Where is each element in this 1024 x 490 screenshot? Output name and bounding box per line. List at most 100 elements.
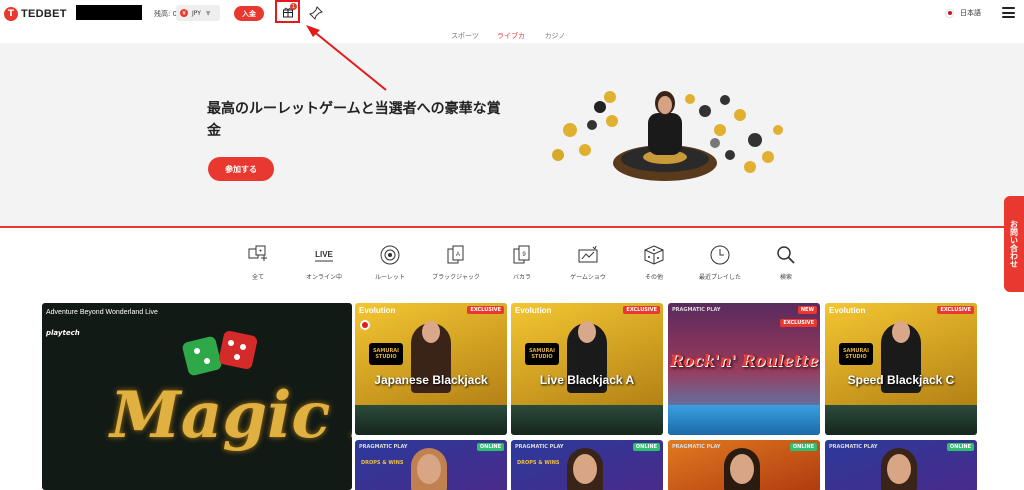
featured-game-tile[interactable]: Adventure Beyond Wonderland Live playtec…: [42, 303, 352, 490]
provider-label: PRAGMATIC PLAY: [672, 307, 721, 313]
provider-label: Evolution: [359, 306, 396, 315]
category-live[interactable]: LIVE オンライン中: [291, 244, 357, 281]
roulette-icon: [380, 245, 400, 265]
gift-button[interactable]: 1: [275, 0, 300, 23]
online-badge: ONLINE: [632, 443, 660, 451]
exclusive-badge: EXCLUSIVE: [937, 306, 974, 314]
game-tile[interactable]: PRAGMATIC PLAY NEW EXCLUSIVE Rock'n' Rou…: [668, 303, 820, 435]
dealer-face: [422, 321, 440, 343]
new-badge: NEW: [797, 306, 817, 314]
logo-text: TEDBET: [21, 8, 67, 20]
online-badge: ONLINE: [476, 443, 504, 451]
provider-label: PRAGMATIC PLAY: [672, 444, 721, 450]
category-other[interactable]: その他: [621, 244, 687, 281]
svg-text:A: A: [456, 252, 460, 258]
dealer-face: [417, 454, 441, 484]
page: T TEDBET 残高: 0 ¥ JPY ▼ 入金 1 日本語 スポーツ ライブ…: [0, 0, 1024, 490]
site-logo[interactable]: T TEDBET: [4, 7, 67, 21]
category-label: ルーレット: [374, 274, 405, 281]
game-tile[interactable]: Evolution EXCLUSIVE SAMURAI STUDIO Japan…: [355, 303, 507, 435]
game-table: [355, 405, 507, 435]
category-label: オンライン中: [305, 274, 342, 281]
game-tile[interactable]: PRAGMATIC PLAY ONLINE: [668, 440, 820, 490]
online-badge: ONLINE: [946, 443, 974, 451]
blackjack-icon: A: [447, 245, 464, 264]
category-label: その他: [644, 274, 663, 281]
category-label: ゲームショウ: [570, 274, 606, 281]
provider-label: Evolution: [829, 306, 866, 315]
category-game-show[interactable]: ゲームショウ: [555, 244, 621, 281]
category-label: 全て: [251, 274, 264, 281]
provider-label: PRAGMATIC PLAY: [515, 444, 564, 450]
promo-banner: [0, 43, 1024, 227]
dealer-face: [892, 321, 910, 343]
online-badge: ONLINE: [789, 443, 817, 451]
game-table: [825, 405, 977, 435]
category-roulette[interactable]: ルーレット: [357, 244, 423, 281]
drops-wins-logo: DROPS & WINS: [361, 460, 404, 466]
roulette-dealer-illustration: [552, 91, 783, 181]
currency-selector[interactable]: ¥ JPY ▼: [176, 5, 220, 21]
game-tile[interactable]: PRAGMATIC PLAY ONLINE DROPS & WINS: [511, 440, 663, 490]
category-baccarat[interactable]: 9 バカラ: [489, 244, 555, 281]
samurai-studio-logo: SAMURAI STUDIO: [525, 343, 559, 365]
dealer-face: [730, 454, 754, 484]
baccarat-icon: 9: [513, 245, 530, 264]
featured-art-text: Magic Di: [110, 378, 352, 453]
chevron-down-icon: ▼: [205, 9, 211, 17]
category-label: バカラ: [512, 274, 531, 281]
top-header: T TEDBET 残高: 0 ¥ JPY ▼ 入金 1 日本語: [0, 0, 1024, 28]
search-icon: [777, 246, 795, 264]
samurai-studio-logo: SAMURAI STUDIO: [369, 343, 403, 365]
game-tile[interactable]: Evolution EXCLUSIVE SAMURAI STUDIO Live …: [511, 303, 663, 435]
featured-provider-logo: playtech: [46, 329, 80, 337]
balance-label: 残高: 0: [154, 10, 178, 18]
banner-divider: [0, 226, 1024, 228]
featured-game-title: Adventure Beyond Wonderland Live: [46, 309, 158, 316]
japan-flag-icon: [945, 8, 954, 18]
game-name: Speed Blackjack C: [847, 373, 955, 387]
exclusive-badge: EXCLUSIVE: [780, 319, 817, 327]
category-label: 検索: [779, 274, 792, 281]
logo-mark-icon: T: [4, 7, 18, 21]
category-all[interactable]: 全て: [225, 244, 291, 281]
currency-code: JPY: [192, 9, 201, 17]
provider-label: PRAGMATIC PLAY: [829, 444, 878, 450]
category-label: 最近プレイした: [698, 274, 741, 281]
banner-headline: 最高のルーレットゲームと当選者への豪華な賞金: [207, 101, 501, 139]
game-tile[interactable]: Evolution EXCLUSIVE SAMURAI STUDIO Speed…: [825, 303, 977, 435]
live-record-icon: [360, 320, 370, 330]
category-recent[interactable]: 最近プレイした: [687, 244, 753, 281]
drops-wins-logo: DROPS & WINS: [517, 460, 560, 466]
hamburger-menu-icon[interactable]: [1002, 7, 1015, 18]
category-search[interactable]: 検索: [753, 244, 819, 281]
language-selector[interactable]: 日本語: [945, 8, 981, 18]
game-tile[interactable]: PRAGMATIC PLAY ONLINE: [825, 440, 977, 490]
deposit-button[interactable]: 入金: [234, 6, 264, 21]
game-name: Japanese Blackjack: [374, 373, 488, 387]
category-label: ブラックジャック: [432, 274, 480, 281]
all-games-icon: [248, 245, 267, 261]
svg-text:LIVE: LIVE: [315, 250, 333, 259]
game-tile[interactable]: PRAGMATIC PLAY ONLINE DROPS & WINS: [355, 440, 507, 490]
provider-label: Evolution: [515, 306, 552, 315]
annotation-arrow: [306, 25, 387, 91]
clock-icon: [710, 245, 730, 265]
join-button[interactable]: 参加する: [208, 157, 274, 181]
game-show-icon: [578, 245, 598, 263]
game-table: [511, 405, 663, 435]
contact-us-tab[interactable]: お問い合わせ: [1004, 196, 1024, 292]
live-icon: LIVE: [315, 250, 334, 262]
game-name: Live Blackjack A: [539, 373, 635, 387]
dealer-face: [578, 321, 596, 343]
gift-count-badge: 1: [290, 3, 297, 10]
language-label: 日本語: [960, 9, 981, 17]
category-blackjack[interactable]: A ブラックジャック: [423, 244, 489, 281]
samurai-studio-logo: SAMURAI STUDIO: [839, 343, 873, 365]
category-bar: 全て LIVE オンライン中 ルーレット A ブラックジャック 9 バカラ ゲー…: [225, 244, 819, 281]
dice-icon: [644, 245, 664, 265]
redacted-username: [76, 5, 142, 20]
exclusive-badge: EXCLUSIVE: [623, 306, 660, 314]
dealer-face: [887, 454, 911, 484]
currency-icon: ¥: [180, 9, 188, 17]
